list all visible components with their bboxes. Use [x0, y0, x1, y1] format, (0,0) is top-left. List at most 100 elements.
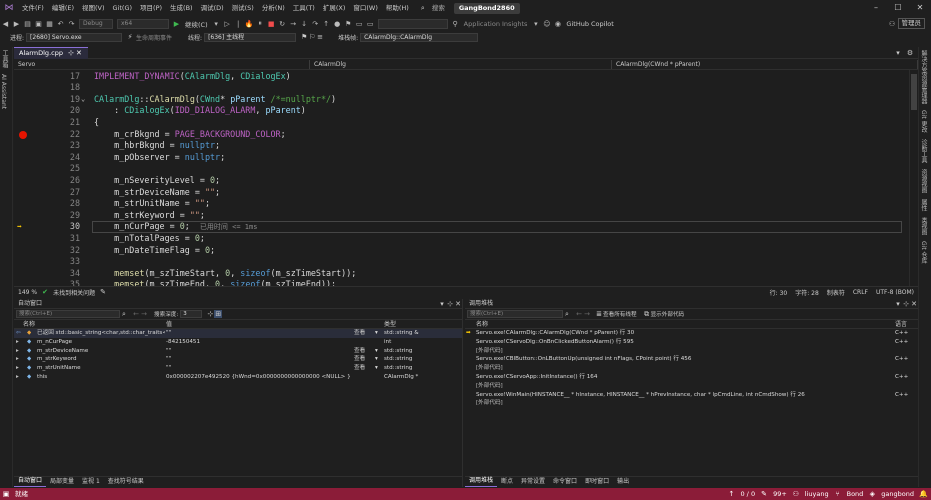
process-select[interactable]: [2680] Servo.exe: [26, 32, 123, 42]
visualizer-button[interactable]: 查看: [354, 355, 365, 364]
code-line[interactable]: 23 m_hbrBkgnd = nullptr;: [14, 140, 909, 152]
lifecycle-button[interactable]: 生命周期事件: [134, 33, 174, 42]
stack-frame-row[interactable]: Servo.exe!CBlButton::OnLButtonUp(unsigne…: [465, 355, 918, 364]
maximize-button[interactable]: ☐: [887, 0, 909, 16]
copilot-button[interactable]: GitHub Copilot: [563, 20, 616, 28]
tab-alarmdlg-cpp[interactable]: AlarmDlg.cpp ⊹ ✕: [14, 46, 88, 59]
bottom-tab[interactable]: 输出: [613, 477, 633, 487]
platform-select[interactable]: x64: [117, 18, 169, 29]
code-line[interactable]: 35 memset(m_szTimeEnd, 0, sizeof(m_szTim…: [14, 279, 909, 286]
tab-mode[interactable]: 制表符: [823, 288, 849, 297]
pin-icon[interactable]: ⊹: [67, 49, 75, 57]
save-icon[interactable]: ▣: [33, 20, 44, 28]
minimize-button[interactable]: –: [865, 0, 887, 16]
view-all-threads-button[interactable]: 查看所有线程: [603, 310, 637, 318]
diagnostic-tools-tab[interactable]: 诊断工具: [919, 136, 928, 166]
brush-icon[interactable]: ✎: [99, 288, 107, 296]
menu-item[interactable]: 测试(S): [228, 0, 258, 16]
visualizer-button[interactable]: 查看: [354, 364, 365, 373]
step-over-icon[interactable]: ↷: [310, 20, 321, 28]
search-icon[interactable]: ⌕: [563, 310, 571, 318]
menu-item[interactable]: 文件(F): [18, 0, 48, 16]
var-value[interactable]: "": [166, 329, 354, 338]
notification-icon[interactable]: 🔔: [919, 490, 928, 498]
zoom-level[interactable]: 149 %: [14, 289, 41, 296]
code-line[interactable]: 31 m_nTotalPages = 0;: [14, 233, 909, 245]
ai-assistant-tab[interactable]: AI Assistant: [0, 71, 7, 112]
restart-icon[interactable]: ↻: [277, 20, 288, 28]
feedback-icon[interactable]: ☺: [541, 20, 552, 28]
changes-count[interactable]: 99+: [768, 488, 792, 500]
menu-item[interactable]: 工具(T): [289, 0, 319, 16]
close-icon[interactable]: ✕: [454, 300, 462, 308]
continue-button[interactable]: 继续(C): [182, 19, 211, 29]
thread-select[interactable]: [636] 主线程: [204, 32, 297, 42]
visualizer-button[interactable]: 查看: [354, 329, 365, 338]
forward-icon[interactable]: →: [140, 310, 148, 318]
settings-icon[interactable]: ⚙: [906, 49, 914, 57]
bottom-tab[interactable]: 查找符号结果: [104, 477, 148, 487]
uncomment-icon[interactable]: ▭: [365, 20, 376, 28]
menu-item[interactable]: 窗口(W): [349, 0, 382, 16]
solution-explorer-tab[interactable]: 解决方案资源管理器: [919, 47, 928, 107]
eol-mode[interactable]: CRLF: [849, 289, 872, 296]
line-number[interactable]: 行: 30: [766, 288, 792, 297]
member-select[interactable]: CAlarmDlg(CWnd * pParent): [612, 60, 918, 69]
code-line[interactable]: 24 m_pObserver = nullptr;: [14, 152, 909, 164]
bottom-tab[interactable]: 调用堆栈: [465, 476, 498, 487]
table-row[interactable]: ▸ ◆ m_strKeyword "" 查看 ▾ std::string: [14, 355, 462, 364]
return-value-icon[interactable]: ⇦: [16, 329, 21, 338]
lifecycle-icon[interactable]: ⚡: [126, 33, 134, 41]
bottom-tab[interactable]: 即时窗口: [581, 477, 613, 487]
visualizer-button[interactable]: 查看: [354, 347, 365, 356]
expand-icon[interactable]: ▸: [16, 355, 19, 364]
comment-icon[interactable]: ▭: [354, 20, 365, 28]
table-row[interactable]: ▸ ◆ m_nCurPage -842150451 int: [14, 338, 462, 347]
find-combo[interactable]: [377, 18, 448, 29]
code-line[interactable]: 21 {: [14, 117, 909, 129]
branch-name[interactable]: Bond: [842, 488, 869, 500]
frame-select[interactable]: CAlarmDlg::CAlarmDlg: [360, 32, 479, 42]
redo-icon[interactable]: ↷: [66, 20, 77, 28]
dropdown-icon[interactable]: ▾: [211, 20, 222, 28]
bottom-tab[interactable]: 监视 1: [78, 477, 104, 487]
code-line[interactable]: 33: [14, 256, 909, 268]
stop-icon[interactable]: ■: [266, 20, 277, 28]
issues-status[interactable]: 未找到相关问题: [49, 288, 99, 297]
flag-icon[interactable]: ⚐: [308, 33, 316, 41]
pin-icon[interactable]: ⊹: [902, 300, 910, 308]
var-value[interactable]: "": [166, 364, 354, 373]
menu-item[interactable]: 编辑(E): [48, 0, 78, 16]
breakpoint-icon[interactable]: ●: [332, 20, 343, 28]
var-value[interactable]: -842150451: [166, 338, 354, 347]
dropdown-icon[interactable]: ▾: [375, 329, 378, 338]
code-line[interactable]: 34 memset(m_szTimeStart, 0, sizeof(m_szT…: [14, 268, 909, 280]
git-changes-tab[interactable]: Git 更改: [919, 107, 928, 136]
close-tab-icon[interactable]: ✕: [75, 49, 83, 57]
back-icon[interactable]: ←: [132, 310, 140, 318]
search-label[interactable]: 搜索: [427, 3, 450, 14]
search-depth-select[interactable]: 3: [180, 310, 203, 318]
code-line[interactable]: 25: [14, 163, 909, 175]
dropdown-icon[interactable]: ▾: [530, 20, 541, 28]
autos-search-input[interactable]: 搜索(Ctrl+E): [16, 310, 120, 318]
user-name[interactable]: liuyang: [800, 488, 834, 500]
stack-frame-row[interactable]: [外部代码]: [465, 364, 918, 373]
git-repo-tab[interactable]: Git 仓库: [919, 238, 928, 267]
app-insights-button[interactable]: Application Insights: [461, 20, 531, 28]
dropdown-icon[interactable]: ▾: [375, 355, 378, 364]
account-icon[interactable]: ⚇: [887, 20, 898, 28]
pause-icon[interactable]: ⏸: [255, 19, 266, 28]
menu-item[interactable]: 生成(B): [166, 0, 197, 16]
config-select[interactable]: Debug: [79, 18, 113, 29]
stack-frame-row[interactable]: Servo.exe!WinMain(HINSTANCE__ * hInstanc…: [465, 391, 918, 400]
bottom-tab[interactable]: 异常设置: [517, 477, 549, 487]
code-line[interactable]: 22 m_crBkgnd = PAGE_BACKGROUND_COLOR;: [14, 129, 909, 141]
step-into-icon[interactable]: ↓: [299, 20, 310, 28]
table-row[interactable]: ⇦ ◆ 已返回 std::basic_string<char,std::char_t…: [14, 329, 462, 338]
dropdown-icon[interactable]: ▾: [375, 364, 378, 373]
scope-select[interactable]: CAlarmDlg: [310, 60, 612, 69]
new-file-icon[interactable]: ▤: [22, 20, 33, 28]
menu-item[interactable]: 分析(N): [258, 0, 289, 16]
undo-icon[interactable]: ↶: [55, 20, 66, 28]
